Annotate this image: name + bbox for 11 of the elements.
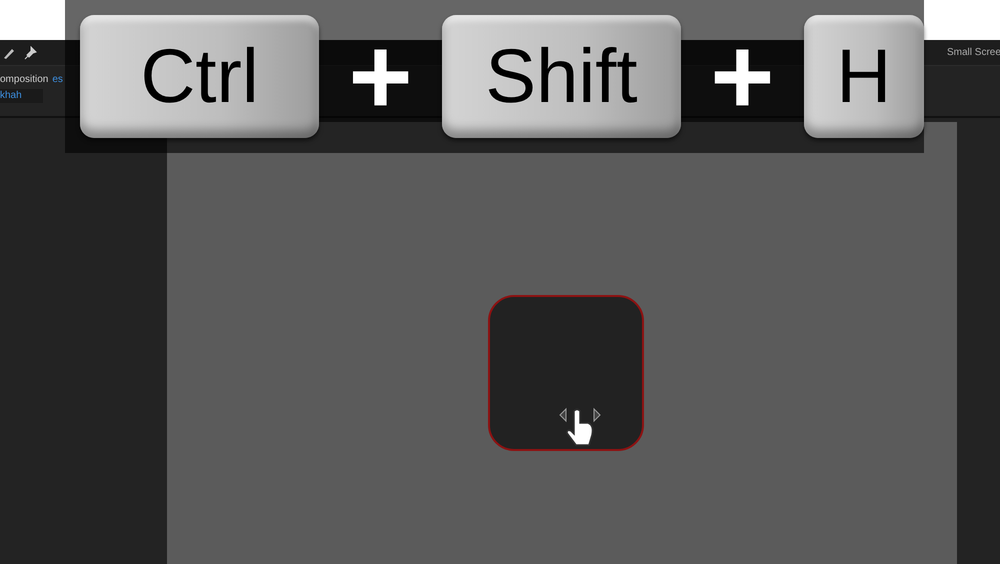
composition-link[interactable]: es: [52, 74, 63, 85]
plus-sign: +: [709, 22, 776, 132]
name-field[interactable]: khah: [0, 89, 43, 103]
pin-icon[interactable]: [24, 46, 38, 60]
plus-sign: +: [347, 22, 414, 132]
key-cap: Ctrl: [80, 15, 320, 138]
workspace-label[interactable]: Small Scree: [947, 47, 1000, 58]
key-cap: Shift: [442, 15, 682, 138]
hand-cursor-icon: [558, 405, 602, 447]
panel-label: omposition: [0, 74, 48, 85]
key-cap: H: [804, 15, 924, 138]
